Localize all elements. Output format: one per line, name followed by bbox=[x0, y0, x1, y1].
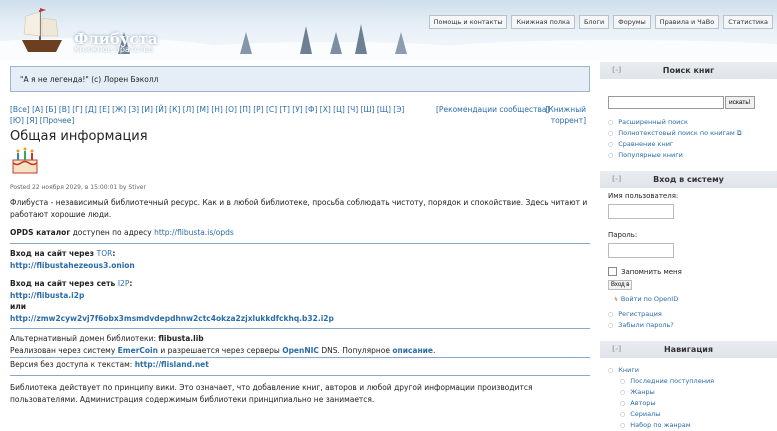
login-button[interactable]: Вход в с bbox=[608, 280, 632, 290]
search-block-title: Поиск книг bbox=[662, 66, 715, 75]
divider bbox=[10, 374, 590, 376]
nav-tab-help[interactable]: Помощь и контакты bbox=[428, 15, 508, 29]
remember-checkbox[interactable] bbox=[608, 267, 617, 276]
tor-link[interactable]: TOR bbox=[97, 249, 113, 258]
description-link[interactable]: описание bbox=[392, 346, 433, 355]
search-button[interactable]: искать! bbox=[725, 96, 755, 109]
nav-tab-rules[interactable]: Правила и ЧаВо bbox=[654, 15, 720, 29]
i2p-block: Вход на сайт через сеть I2P: http://flib… bbox=[10, 278, 590, 324]
search-links: Расширенный поиск Полнотекстовый поиск п… bbox=[608, 117, 777, 161]
emercoin-text-3: DNS. Популярное bbox=[318, 345, 393, 355]
login-block-header: [-] Вход в систему bbox=[600, 171, 777, 188]
advanced-search-link[interactable]: Расширенный поиск bbox=[618, 118, 688, 126]
intro-text: Флибуста - независимый библиотечный ресу… bbox=[10, 198, 588, 219]
nav-authors[interactable]: Авторы bbox=[630, 399, 655, 407]
emercoin-text-1: Реализован через систему bbox=[10, 345, 118, 355]
nav-tab-stats[interactable]: Статистика bbox=[723, 15, 773, 29]
navigation-block-header: [-] Навигация bbox=[600, 341, 777, 358]
opds-label: OPDS каталог bbox=[10, 228, 71, 237]
torrent-link[interactable]: [Книжный bbox=[546, 105, 587, 114]
register-link[interactable]: Регистрация bbox=[618, 310, 662, 318]
openid-login[interactable]: ᛃ Войти по OpenID bbox=[614, 295, 777, 303]
alt-domain: flibusta.lib bbox=[158, 334, 204, 343]
divider bbox=[10, 357, 590, 358]
i2p-link[interactable]: I2P bbox=[118, 279, 130, 288]
nav-series[interactable]: Сериалы bbox=[630, 410, 660, 418]
i2p-b32-link[interactable]: http://zmw2cyw2vj7f6obx3msmdvdepdhnw2ctc… bbox=[10, 314, 334, 323]
external-link-icon: ⧉ bbox=[736, 129, 742, 137]
birthday-cake-icon bbox=[12, 147, 38, 174]
site-slogan: Книжное братство bbox=[74, 45, 154, 54]
username-field[interactable] bbox=[608, 204, 674, 219]
post-meta: Posted 22 ноября 2029, в 15:00:01 by Sti… bbox=[10, 184, 146, 191]
emercoin-text-2: и разрешается через серверы bbox=[157, 345, 283, 355]
nav-genre-sets[interactable]: Набор по жанрам bbox=[630, 421, 690, 429]
alt-domain-label: Альтернативный домен библиотеки: bbox=[10, 334, 159, 343]
search-block-header: [-] Поиск книг bbox=[600, 62, 777, 79]
text-version-line: Версия без доступа к текстам: http://fli… bbox=[10, 359, 590, 371]
tor-url-link[interactable]: http://flibustahezeous3.onion bbox=[10, 261, 135, 270]
tor-block: Вход на сайт через TOR: http://flibustah… bbox=[10, 248, 590, 271]
nav-latest[interactable]: Последние поступления bbox=[630, 377, 714, 385]
fulltext-search-link[interactable]: Полнотекстовый поиск по книгам bbox=[618, 129, 735, 137]
login-block-title: Вход в систему bbox=[653, 175, 724, 184]
opds-text: доступен по адресу bbox=[70, 228, 155, 237]
page-title: Общая информация bbox=[10, 129, 148, 144]
collapse-icon[interactable]: [-] bbox=[612, 175, 621, 183]
text-version-link[interactable]: http://flisland.net bbox=[135, 360, 209, 369]
alphabet-links-row-1[interactable]: [Все] [A] [Б] [В] [Г] [Д] [Е] [Ж] [З] [И… bbox=[10, 105, 404, 114]
top-navigation: Помощь и контакты Книжная полка Блоги Фо… bbox=[428, 15, 773, 29]
openid-icon: ᛃ bbox=[614, 295, 618, 303]
forgot-password-link[interactable]: Забыли пароль? bbox=[618, 321, 674, 329]
collapse-icon[interactable]: [-] bbox=[612, 345, 621, 353]
emercoin-text-4: . bbox=[433, 345, 436, 355]
divider bbox=[10, 328, 590, 329]
divider bbox=[10, 243, 590, 244]
alt-domain-line: Альтернативный домен библиотеки: flibust… bbox=[10, 333, 590, 345]
tor-colon: : bbox=[112, 249, 116, 258]
account-links: Регистрация Забыли пароль? bbox=[608, 309, 777, 331]
password-label: Пароль: bbox=[608, 231, 638, 239]
emercoin-line: Реализован через систему EmerCoin и разр… bbox=[10, 345, 590, 357]
opds-line: OPDS каталог доступен по адресу http://f… bbox=[10, 227, 590, 239]
main-content: "А я не легенда!" (с) Лорен Бэколл [Все]… bbox=[10, 62, 590, 406]
opennic-link[interactable]: OpenNIC bbox=[282, 346, 319, 355]
spacer bbox=[10, 274, 590, 275]
text-version-label: Версия без доступа к текстам: bbox=[10, 360, 135, 369]
sidebar: [-] Поиск книг искать! Расширенный поиск… bbox=[600, 62, 777, 431]
i2p-url-link[interactable]: http://flibusta.i2p bbox=[10, 291, 84, 300]
nav-books[interactable]: Книги bbox=[618, 366, 639, 374]
quote-banner: "А я не легенда!" (с) Лорен Бэколл bbox=[10, 66, 590, 92]
alphabet-filter: [Все] [A] [Б] [В] [Г] [Д] [Е] [Ж] [З] [И… bbox=[10, 104, 586, 126]
torrent-link-cont[interactable]: торрент] bbox=[551, 116, 586, 125]
or-text: или bbox=[10, 302, 27, 311]
nav-tab-blogs[interactable]: Блоги bbox=[578, 15, 610, 29]
remember-label: Запомнить меня bbox=[621, 267, 682, 276]
i2p-label: Вход на сайт через сеть bbox=[10, 279, 118, 288]
i2p-colon: : bbox=[129, 279, 133, 288]
password-field[interactable] bbox=[608, 243, 674, 258]
remember-me[interactable]: Запомнить меня bbox=[608, 267, 777, 276]
emercoin-link[interactable]: EmerCoin bbox=[118, 346, 158, 355]
navigation-menu: Книги Последние поступления Жанры Авторы… bbox=[608, 365, 777, 431]
collapse-icon[interactable]: [-] bbox=[612, 66, 621, 74]
search-input[interactable] bbox=[608, 96, 724, 109]
nav-tab-forums[interactable]: Форумы bbox=[613, 15, 651, 29]
wiki-text: Библиотека действует по принципу вики. Э… bbox=[10, 382, 533, 404]
tor-label: Вход на сайт через bbox=[10, 249, 97, 258]
recommendations-link[interactable]: [Рекомендации сообщества] bbox=[436, 104, 549, 115]
site-header: Флибуста Книжное братство Помощь и конта… bbox=[0, 0, 777, 60]
popular-books-link[interactable]: Популярные книги bbox=[618, 151, 683, 159]
search-form: искать! bbox=[608, 96, 777, 109]
nav-genres[interactable]: Жанры bbox=[630, 388, 655, 396]
openid-link[interactable]: Войти по OpenID bbox=[621, 295, 678, 303]
navigation-block-title: Навигация bbox=[663, 345, 713, 354]
alphabet-links-row-2[interactable]: [Ю] [Я] [Прочее] bbox=[10, 116, 74, 125]
compare-books-link[interactable]: Сравнение книг bbox=[618, 140, 673, 148]
opds-link[interactable]: http://flibusta.is/opds bbox=[154, 228, 234, 237]
nav-tab-bookshelf[interactable]: Книжная полка bbox=[511, 15, 575, 29]
ship-logo-icon[interactable] bbox=[14, 6, 70, 56]
username-label: Имя пользователя: bbox=[608, 192, 679, 200]
